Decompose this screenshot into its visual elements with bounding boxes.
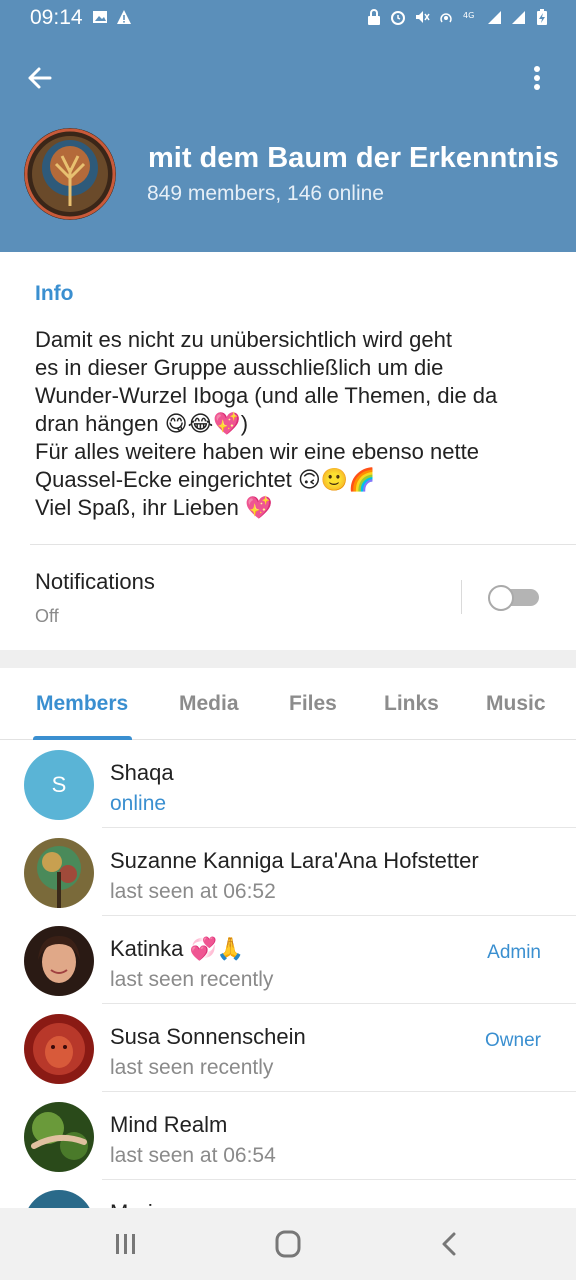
member-name: Susa Sonnenschein bbox=[110, 1024, 306, 1049]
member-row[interactable]: Katinka 💞🙏 last seen recently Admin bbox=[0, 916, 576, 1004]
shared-content-section: Members Media Files Links Music S Shaqa … bbox=[0, 668, 576, 1260]
4g-icon: 4G bbox=[463, 11, 474, 20]
info-section: Info Damit es nicht zu unübersichtlich w… bbox=[0, 252, 576, 650]
system-nav-bar bbox=[0, 1208, 576, 1280]
info-heading: Info bbox=[35, 282, 74, 305]
member-name: Mind Realm bbox=[110, 1112, 228, 1137]
avatar bbox=[24, 926, 94, 996]
alarm-icon bbox=[391, 11, 405, 25]
owner-badge: Owner bbox=[485, 1030, 541, 1051]
member-name: Suzanne Kanniga Lara'Ana Hofstetter bbox=[110, 848, 479, 873]
mute-icon bbox=[416, 11, 430, 23]
status-bar: 09:14 4G bbox=[0, 0, 576, 36]
divider bbox=[461, 580, 462, 614]
toggle-knob bbox=[488, 585, 514, 611]
member-status: last seen recently bbox=[110, 1056, 274, 1079]
member-row[interactable]: Susa Sonnenschein last seen recently Own… bbox=[0, 1004, 576, 1092]
member-row[interactable]: Suzanne Kanniga Lara'Ana Hofstetter last… bbox=[0, 828, 576, 916]
member-row[interactable]: Mind Realm last seen at 06:54 bbox=[0, 1092, 576, 1180]
avatar bbox=[24, 1014, 94, 1084]
member-status: last seen at 06:54 bbox=[110, 1144, 276, 1167]
member-name: Katinka 💞🙏 bbox=[110, 936, 245, 961]
arrow-left-icon[interactable] bbox=[20, 58, 60, 98]
member-row[interactable]: S Shaqa online bbox=[0, 740, 576, 828]
warning-icon bbox=[117, 10, 131, 24]
hotspot-icon bbox=[440, 13, 452, 23]
notifications-toggle[interactable] bbox=[488, 585, 540, 611]
tab-bar: Members Media Files Links Music bbox=[0, 668, 576, 740]
avatar bbox=[24, 838, 94, 908]
status-time: 09:14 bbox=[30, 6, 83, 29]
admin-badge: Admin bbox=[487, 942, 541, 963]
recent-apps-icon[interactable] bbox=[106, 1226, 146, 1262]
divider bbox=[30, 544, 576, 545]
group-avatar[interactable] bbox=[24, 128, 116, 220]
group-title: mit dem Baum der Erkenntnis bbox=[148, 142, 558, 174]
tab-media[interactable]: Media bbox=[179, 692, 239, 716]
tab-music[interactable]: Music bbox=[486, 692, 546, 716]
avatar-initial: S bbox=[51, 772, 67, 797]
group-description: Damit es nicht zu unübersichtlich wird g… bbox=[35, 327, 498, 520]
notifications-label[interactable]: Notifications bbox=[35, 569, 155, 595]
tab-files[interactable]: Files bbox=[289, 692, 337, 716]
member-status: online bbox=[110, 792, 167, 815]
home-icon[interactable] bbox=[268, 1226, 308, 1262]
battery-charging-icon bbox=[537, 9, 547, 25]
tab-members[interactable]: Members bbox=[36, 692, 128, 716]
back-icon[interactable] bbox=[430, 1226, 470, 1262]
avatar: S bbox=[24, 750, 94, 820]
svg-text:4G: 4G bbox=[463, 11, 474, 20]
group-member-count: 849 members, 146 online bbox=[147, 182, 384, 205]
image-icon bbox=[93, 11, 107, 23]
chat-header: mit dem Baum der Erkenntnis 849 members,… bbox=[0, 36, 576, 252]
signal-roaming-icon bbox=[512, 11, 525, 24]
lock-icon bbox=[368, 9, 380, 25]
member-name: Shaqa bbox=[110, 760, 174, 785]
notifications-value: Off bbox=[35, 606, 59, 626]
tab-links[interactable]: Links bbox=[384, 692, 439, 716]
avatar bbox=[24, 1102, 94, 1172]
signal-icon bbox=[488, 11, 501, 24]
member-status: last seen at 06:52 bbox=[110, 880, 276, 903]
more-vertical-icon[interactable] bbox=[520, 60, 554, 100]
member-status: last seen recently bbox=[110, 968, 274, 991]
